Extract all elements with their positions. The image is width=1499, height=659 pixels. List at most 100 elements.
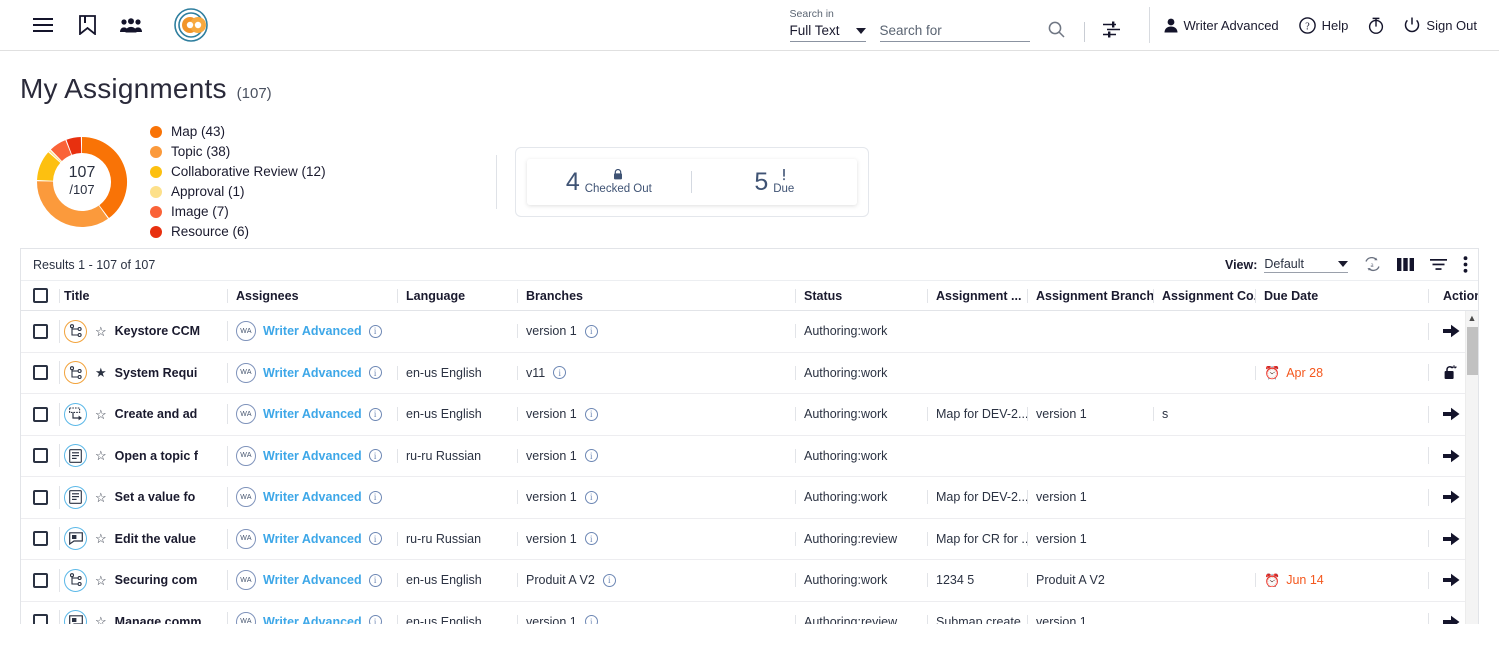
donut-segment-resource[interactable] — [66, 136, 82, 155]
help-button[interactable]: ? Help — [1298, 16, 1348, 34]
legend-item-collaborative-review[interactable]: Collaborative Review (12) — [150, 164, 326, 179]
info-icon[interactable]: i — [368, 407, 382, 421]
column-header-assignment-branch[interactable]: Assignment Branch — [1027, 288, 1153, 303]
donut-segment-approval[interactable] — [49, 149, 62, 162]
legend-item-approval[interactable]: Approval (1) — [150, 184, 326, 199]
donut-segment-topic[interactable] — [37, 180, 109, 227]
info-icon[interactable]: i — [368, 573, 382, 587]
table-row[interactable]: ☆ Create and ad WA Writer Advanced i en-… — [21, 394, 1478, 436]
table-row[interactable]: ★ System Requi WA Writer Advanced i en-u… — [21, 353, 1478, 394]
info-icon[interactable]: i — [584, 615, 598, 624]
go-to-icon[interactable] — [1443, 449, 1460, 463]
go-to-icon[interactable] — [1443, 532, 1460, 546]
legend-item-map[interactable]: Map (43) — [150, 124, 326, 139]
timer-button[interactable] — [1368, 17, 1384, 34]
row-title-label[interactable]: Create and ad — [115, 407, 198, 421]
go-to-icon[interactable] — [1443, 615, 1460, 624]
star-outline-icon[interactable]: ☆ — [95, 449, 107, 462]
star-outline-icon[interactable]: ☆ — [95, 532, 107, 545]
info-icon[interactable]: i — [584, 532, 598, 546]
cell-title[interactable]: ☆ Create and ad — [59, 402, 227, 426]
scrollbar-thumb[interactable] — [1467, 327, 1478, 375]
star-filled-icon[interactable]: ★ — [95, 366, 107, 379]
info-icon[interactable]: i — [602, 573, 616, 587]
column-header-branches[interactable]: Branches — [517, 288, 795, 303]
column-header-assignment-collection[interactable]: Assignment Co... — [1153, 288, 1255, 303]
cell-title[interactable]: ☆ Open a topic f — [59, 444, 227, 468]
info-icon[interactable]: i — [584, 490, 598, 504]
assignee-link[interactable]: Writer Advanced — [263, 324, 362, 338]
assignee-link[interactable]: Writer Advanced — [263, 407, 362, 421]
row-checkbox[interactable] — [32, 406, 48, 422]
search-input[interactable] — [879, 23, 1030, 42]
table-scrollbar[interactable]: ▲ — [1465, 311, 1478, 624]
row-checkbox[interactable] — [32, 489, 48, 505]
search-in-select[interactable]: Full Text — [789, 23, 866, 42]
bookmark-icon[interactable] — [74, 12, 100, 38]
info-icon[interactable]: i — [368, 449, 382, 463]
table-row[interactable]: ☆ Keystore CCM WA Writer Advanced i vers… — [21, 311, 1478, 353]
info-icon[interactable]: i — [584, 407, 598, 421]
row-checkbox[interactable] — [32, 365, 48, 381]
assignee-link[interactable]: Writer Advanced — [263, 366, 362, 380]
app-logo-icon[interactable] — [168, 7, 214, 43]
scroll-up-arrow[interactable]: ▲ — [1466, 311, 1478, 325]
table-row[interactable]: ☆ Edit the value WA Writer Advanced i ru… — [21, 519, 1478, 560]
star-outline-icon[interactable]: ☆ — [95, 408, 107, 421]
cell-title[interactable]: ☆ Keystore CCM — [59, 319, 227, 343]
table-row[interactable]: ☆ Set a value fo WA Writer Advanced i ve… — [21, 477, 1478, 519]
stat-checked-out[interactable]: 4 Checked Out — [527, 169, 692, 195]
star-outline-icon[interactable]: ☆ — [95, 574, 107, 587]
column-header-language[interactable]: Language — [397, 288, 517, 303]
table-row[interactable]: ☆ Open a topic f WA Writer Advanced i ru… — [21, 436, 1478, 477]
row-checkbox[interactable] — [32, 614, 48, 624]
user-account-button[interactable]: Writer Advanced — [1164, 18, 1279, 33]
assignee-link[interactable]: Writer Advanced — [263, 449, 362, 463]
donut-segment-collaborative-review[interactable] — [37, 151, 61, 181]
column-header-title[interactable]: Title — [59, 288, 227, 303]
table-row[interactable]: ☆ Manage comm WA Writer Advanced i en-us… — [21, 602, 1478, 624]
legend-item-image[interactable]: Image (7) — [150, 204, 326, 219]
row-checkbox[interactable] — [32, 572, 48, 588]
translate-icon[interactable]: a — [1364, 257, 1381, 272]
info-icon[interactable]: i — [368, 490, 382, 504]
people-group-icon[interactable] — [118, 12, 144, 38]
donut-segment-image[interactable] — [50, 139, 72, 161]
column-header-assignees[interactable]: Assignees — [227, 288, 397, 303]
hamburger-menu-icon[interactable] — [30, 12, 56, 38]
row-title-label[interactable]: Set a value fo — [115, 490, 196, 504]
cell-title[interactable]: ☆ Set a value fo — [59, 485, 227, 509]
star-outline-icon[interactable]: ☆ — [95, 491, 107, 504]
row-checkbox[interactable] — [32, 323, 48, 339]
row-title-label[interactable]: Keystore CCM — [115, 324, 200, 338]
select-all-checkbox[interactable] — [32, 288, 48, 303]
row-checkbox[interactable] — [32, 448, 48, 464]
info-icon[interactable]: i — [368, 615, 382, 624]
go-to-icon[interactable] — [1443, 490, 1460, 504]
view-select[interactable]: Default — [1264, 257, 1348, 273]
info-icon[interactable]: i — [368, 324, 382, 338]
star-outline-icon[interactable]: ☆ — [95, 325, 107, 338]
search-icon[interactable] — [1044, 16, 1070, 42]
cell-title[interactable]: ★ System Requi — [59, 361, 227, 385]
cell-title[interactable]: ☆ Securing com — [59, 568, 227, 592]
table-row[interactable]: ☆ Securing com WA Writer Advanced i en-u… — [21, 560, 1478, 602]
assignee-link[interactable]: Writer Advanced — [263, 532, 362, 546]
sign-out-button[interactable]: Sign Out — [1404, 17, 1477, 33]
info-icon[interactable]: i — [553, 366, 567, 380]
info-icon[interactable]: i — [368, 366, 382, 380]
donut-graphic[interactable]: 107 /107 — [32, 132, 132, 232]
row-checkbox[interactable] — [32, 531, 48, 547]
star-outline-icon[interactable]: ☆ — [95, 615, 107, 624]
cell-title[interactable]: ☆ Manage comm — [59, 610, 227, 624]
search-settings-icon[interactable] — [1099, 16, 1125, 42]
assignee-link[interactable]: Writer Advanced — [263, 573, 362, 587]
row-title-label[interactable]: Securing com — [115, 573, 198, 587]
row-title-label[interactable]: Edit the value — [115, 532, 196, 546]
row-title-label[interactable]: Open a topic f — [115, 449, 198, 463]
go-to-icon[interactable] — [1443, 324, 1460, 338]
legend-item-topic[interactable]: Topic (38) — [150, 144, 326, 159]
info-icon[interactable]: i — [584, 324, 598, 338]
row-title-label[interactable]: System Requi — [115, 366, 198, 380]
unlock-icon[interactable] — [1443, 364, 1460, 381]
